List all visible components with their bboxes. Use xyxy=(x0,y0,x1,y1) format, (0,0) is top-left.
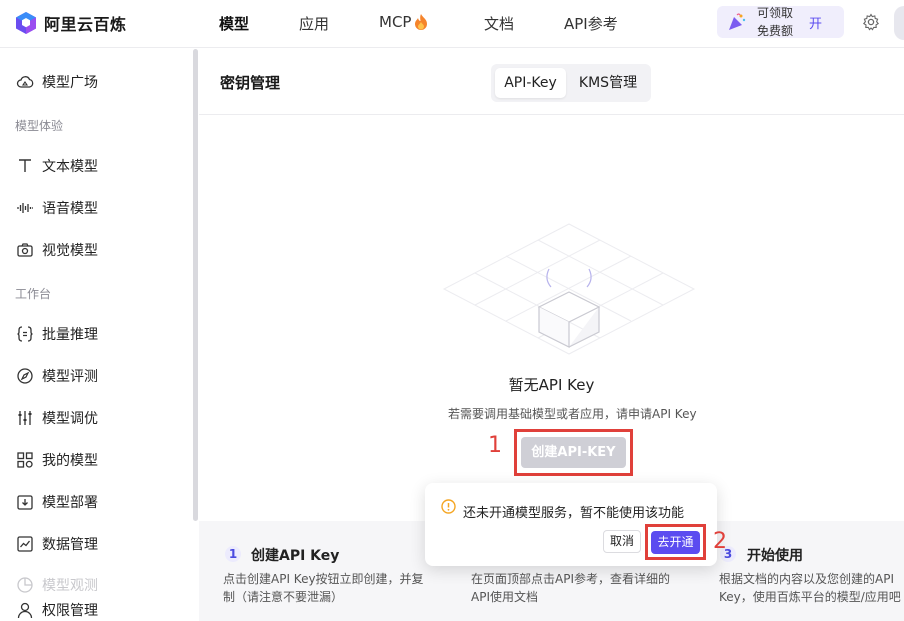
sidebar-item-label: 视觉模型 xyxy=(42,243,98,259)
annotation-marker-2: 2 xyxy=(713,529,727,554)
braces-icon xyxy=(16,325,34,343)
create-api-key-button[interactable]: 创建API-KEY xyxy=(521,437,626,468)
confirm-button-highlight: 去开通 xyxy=(645,524,706,560)
sidebar-item-permissions[interactable]: 权限管理 xyxy=(16,600,98,620)
page-header: 密钥管理 API-Key KMS管理 xyxy=(199,49,904,115)
sidebar-item-my-models[interactable]: 我的模型 xyxy=(16,450,98,470)
empty-state-title: 暂无API Key xyxy=(508,376,595,394)
app-name: 阿里云百炼 xyxy=(44,15,127,34)
app-logo[interactable]: 阿里云百炼 xyxy=(14,11,127,35)
nav-api-reference[interactable]: API参考 xyxy=(564,13,618,34)
step-desc-line: 制（请注意不要泄漏） xyxy=(223,590,344,604)
page-title: 密钥管理 xyxy=(220,74,281,92)
sidebar-item-vision-model[interactable]: 视觉模型 xyxy=(16,240,98,260)
gear-icon[interactable] xyxy=(862,13,880,35)
sidebar-group-workbench: 工作台 xyxy=(15,287,52,301)
deploy-icon xyxy=(16,493,34,511)
cloud-icon xyxy=(16,73,34,91)
key-type-tabs: API-Key KMS管理 xyxy=(491,64,651,102)
sidebar-item-label: 模型广场 xyxy=(42,75,98,91)
sidebar-item-model-observe[interactable]: 模型观测 xyxy=(16,575,98,595)
cancel-button[interactable]: 取消 xyxy=(603,530,641,553)
user-icon xyxy=(16,601,34,619)
enable-service-button[interactable]: 去开通 xyxy=(651,531,700,554)
sliders-icon xyxy=(16,409,34,427)
sidebar-item-model-tuning[interactable]: 模型调优 xyxy=(16,408,98,428)
sidebar-item-label: 文本模型 xyxy=(42,159,98,175)
sidebar: 模型广场 模型体验 文本模型 语音模型 视觉模型 工作台 批量推理 模型评测 模… xyxy=(0,49,199,621)
sidebar-group-experience: 模型体验 xyxy=(15,119,64,133)
step-title: 开始使用 xyxy=(747,548,803,564)
sidebar-item-model-eval[interactable]: 模型评测 xyxy=(16,366,98,386)
sidebar-item-label: 我的模型 xyxy=(42,453,98,469)
sidebar-item-label: 批量推理 xyxy=(42,327,98,343)
step-desc-line: Key，使用百炼平台的模型/应用吧 xyxy=(719,590,901,604)
tab-api-key[interactable]: API-Key xyxy=(495,68,566,98)
sidebar-item-label: 数据管理 xyxy=(42,537,98,553)
step-desc-line: 根据文档的内容以及您创建的API xyxy=(719,572,894,586)
fire-icon xyxy=(414,14,428,30)
camera-icon xyxy=(16,241,34,259)
logo-icon xyxy=(14,11,38,35)
step-description: 在页面顶部点击API参考，查看详细的 API使用文档 xyxy=(471,570,670,606)
sidebar-item-label: 模型部署 xyxy=(42,495,98,511)
pie-icon xyxy=(16,576,34,594)
sidebar-item-text-model[interactable]: 文本模型 xyxy=(16,156,98,176)
create-button-highlight: 创建API-KEY xyxy=(514,429,633,476)
tab-kms[interactable]: KMS管理 xyxy=(569,68,647,98)
empty-state-illustration xyxy=(439,219,699,369)
nav-models[interactable]: 模型 xyxy=(219,13,249,34)
free-quota-banner[interactable]: 可领取免费额 开 xyxy=(717,6,844,38)
sidebar-item-model-deploy[interactable]: 模型部署 xyxy=(16,492,98,512)
sidebar-item-label: 权限管理 xyxy=(42,603,98,619)
sidebar-item-label: 模型观测 xyxy=(42,578,98,594)
chart-icon xyxy=(16,535,34,553)
waveform-icon xyxy=(16,199,34,217)
avatar[interactable] xyxy=(894,6,904,40)
warning-icon xyxy=(441,499,456,518)
step-title: 创建API Key xyxy=(251,548,340,564)
sidebar-item-model-square[interactable]: 模型广场 xyxy=(16,72,98,92)
sidebar-item-label: 模型调优 xyxy=(42,411,98,427)
party-popper-icon xyxy=(727,12,747,36)
sidebar-item-label: 模型评测 xyxy=(42,369,98,385)
step-description: 根据文档的内容以及您创建的API Key，使用百炼平台的模型/应用吧 xyxy=(719,570,901,606)
promo-text: 可领取免费额 xyxy=(757,6,794,38)
step-desc-line: API使用文档 xyxy=(471,590,538,604)
step-number: 1 xyxy=(225,546,241,562)
nav-mcp-label: MCP xyxy=(379,13,412,31)
popover-message: 还未开通模型服务，暂不能使用该功能 xyxy=(463,506,685,521)
nav-mcp[interactable]: MCP xyxy=(379,13,428,31)
step-desc-line: 点击创建API Key按钮立即创建，并复 xyxy=(223,572,424,586)
step-description: 点击创建API Key按钮立即创建，并复 制（请注意不要泄漏） xyxy=(223,570,424,606)
sidebar-item-data-management[interactable]: 数据管理 xyxy=(16,534,98,554)
annotation-marker-1: 1 xyxy=(488,433,502,458)
text-icon xyxy=(16,157,34,175)
sidebar-item-label: 语音模型 xyxy=(42,201,98,217)
sidebar-item-batch-inference[interactable]: 批量推理 xyxy=(16,324,98,344)
grid-icon xyxy=(16,451,34,469)
nav-docs[interactable]: 文档 xyxy=(484,13,514,34)
promo-open-button[interactable]: 开 xyxy=(809,13,822,32)
step-desc-line: 在页面顶部点击API参考，查看详细的 xyxy=(471,572,670,586)
nav-apps[interactable]: 应用 xyxy=(299,13,329,34)
compass-icon xyxy=(16,367,34,385)
sidebar-item-voice-model[interactable]: 语音模型 xyxy=(16,198,98,218)
sidebar-scrollbar[interactable] xyxy=(193,49,198,521)
top-bar: 阿里云百炼 模型 应用 MCP 文档 API参考 可领取免费额 开 xyxy=(0,0,904,48)
empty-state-description: 若需要调用基础模型或者应用，请申请API Key xyxy=(448,407,697,421)
